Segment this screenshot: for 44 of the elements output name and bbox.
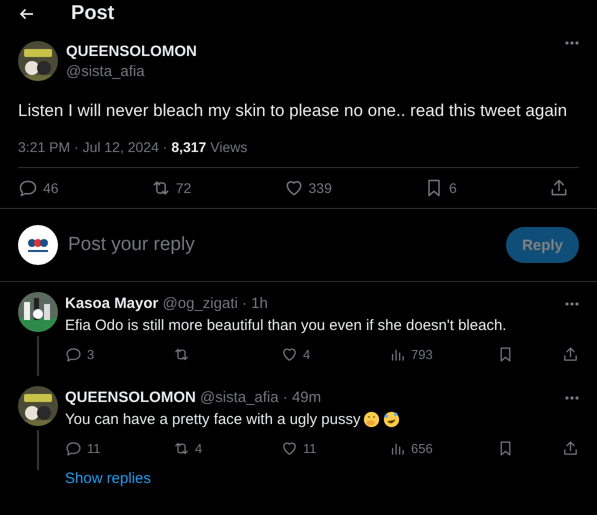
reply-age: · 49m <box>282 389 322 406</box>
more-icon[interactable] <box>565 41 579 45</box>
share-icon <box>562 346 579 363</box>
action-count: 3 <box>87 347 94 362</box>
more-icon[interactable] <box>565 302 579 306</box>
heart-icon <box>281 346 298 363</box>
reply-text: Efia Odo is still more beautiful than you even if she doesn't bleach. <box>65 317 506 334</box>
heart-icon <box>284 178 304 198</box>
reply-author-handle[interactable]: @og_zigati <box>162 295 238 312</box>
more-icon[interactable] <box>565 396 579 400</box>
action-count: 4 <box>195 441 202 456</box>
reply-age: · 1h <box>240 295 268 312</box>
action-count: 339 <box>308 180 332 196</box>
action-count: 4 <box>303 347 310 362</box>
show-replies-link[interactable]: Show replies <box>65 470 151 487</box>
reply-text: You can have a pretty face with a ugly pussy <box>65 411 360 428</box>
author-handle[interactable]: @sista_afia <box>66 63 557 80</box>
tweet-text: Listen I will never bleach my skin to please no one.. read this tweet again <box>18 101 568 121</box>
action-count: 793 <box>411 347 433 362</box>
reply-author-handle[interactable]: @sista_afia <box>200 389 279 406</box>
action-count: 656 <box>411 441 433 456</box>
action-count: 11 <box>303 441 316 456</box>
reply-icon <box>65 440 82 457</box>
emoji-icon <box>363 411 380 428</box>
action-count: 72 <box>176 180 192 196</box>
author-name[interactable]: QUEENSOLOMON <box>66 43 557 60</box>
avatar-logo <box>18 225 58 265</box>
action-count: 11 <box>87 441 100 456</box>
repost-icon <box>173 440 190 457</box>
action-count: 6 <box>449 180 457 196</box>
reply-author-name[interactable]: QUEENSOLOMON <box>65 389 196 406</box>
reply-author-name[interactable]: Kasoa Mayor <box>65 295 158 312</box>
reply-icon <box>18 178 38 198</box>
page-title: Post <box>71 2 114 25</box>
view-count: 8,317 <box>171 139 206 155</box>
action-count: 46 <box>43 180 59 196</box>
repost-icon <box>173 346 190 363</box>
share-icon <box>549 178 569 198</box>
share-icon <box>562 440 579 457</box>
emoji-icon <box>383 411 400 428</box>
reply-icon <box>65 346 82 363</box>
heart-icon <box>281 440 298 457</box>
tweet-timestamp: 3:21 PM · Jul 12, 2024 · <box>18 139 168 155</box>
views-label: Views <box>209 139 248 155</box>
